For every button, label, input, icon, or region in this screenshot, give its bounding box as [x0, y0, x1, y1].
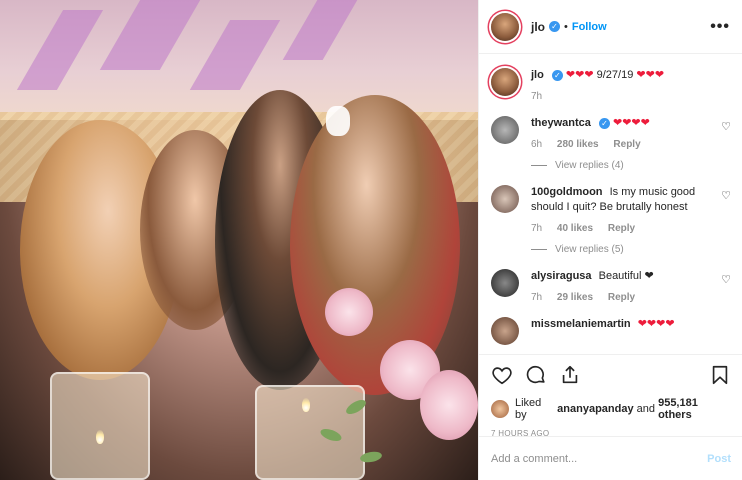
comment-like-heart-icon[interactable]: ♡	[721, 189, 731, 202]
comment-time[interactable]: 6h	[531, 139, 542, 150]
post-side-panel: jlo ✓ • Follow ••• jlo ✓ ❤❤❤ 9/27/19 ❤❤❤ …	[478, 0, 742, 480]
comment-text: ❤❤❤❤	[637, 318, 675, 330]
reply-button[interactable]: Reply	[608, 223, 635, 234]
comment-time[interactable]: 7h	[531, 223, 542, 234]
caption-avatar[interactable]	[491, 68, 519, 96]
liker-avatar[interactable]	[491, 400, 509, 418]
post-comment-button[interactable]: Post	[707, 453, 731, 465]
photo-candle	[255, 385, 365, 480]
verified-badge-icon: ✓	[549, 21, 560, 32]
photo-hair-clip	[326, 106, 350, 136]
add-comment-bar: Add a comment... Post	[479, 436, 742, 480]
comment-item: missmelaniemartin ❤❤❤❤	[491, 317, 731, 345]
view-replies-label: View replies (5)	[555, 244, 624, 255]
caption-time[interactable]: 7h	[531, 91, 542, 102]
author-avatar[interactable]	[491, 12, 519, 41]
photo-flame	[302, 398, 310, 412]
photo-flame	[96, 430, 104, 444]
comment-time[interactable]: 7h	[531, 292, 542, 303]
view-replies-label: View replies (4)	[555, 160, 624, 171]
comment-like-heart-icon[interactable]: ♡	[721, 273, 731, 286]
bookmark-icon[interactable]	[709, 364, 731, 386]
photo-rose	[325, 288, 373, 336]
comment-icon[interactable]	[525, 364, 547, 386]
instagram-post-view: jlo ✓ • Follow ••• jlo ✓ ❤❤❤ 9/27/19 ❤❤❤ …	[0, 0, 742, 480]
more-options-icon[interactable]: •••	[710, 18, 730, 36]
comments-list[interactable]: jlo ✓ ❤❤❤ 9/27/19 ❤❤❤ 7h theywantca ✓ ❤❤❤❤	[479, 54, 742, 354]
post-actions: Liked by ananyapanday and 955,181 others…	[479, 354, 742, 438]
post-header: jlo ✓ • Follow •••	[479, 0, 742, 54]
liked-by-prefix: Liked by	[515, 397, 542, 421]
verified-badge-icon: ✓	[551, 69, 563, 81]
comment-text: Beautiful ❤	[598, 270, 654, 282]
liked-by-and: and	[636, 403, 656, 415]
comment-username[interactable]: alysiragusa	[531, 270, 592, 282]
comment-username[interactable]: 100goldmoon	[531, 186, 603, 198]
photo-candle	[50, 372, 150, 480]
view-replies-link[interactable]: View replies (5)	[531, 244, 707, 255]
comment-item: 100goldmoon Is my music good should I qu…	[491, 185, 731, 255]
comment-like-heart-icon[interactable]: ♡	[721, 120, 731, 133]
caption: jlo ✓ ❤❤❤ 9/27/19 ❤❤❤ 7h	[491, 68, 731, 102]
caption-username[interactable]: jlo	[531, 69, 544, 81]
commenter-avatar[interactable]	[491, 185, 519, 213]
author-username[interactable]: jlo	[531, 20, 545, 34]
share-icon[interactable]	[559, 364, 581, 386]
caption-hearts: ❤❤❤	[565, 69, 594, 81]
comment-item: theywantca ✓ ❤❤❤❤ 6h 280 likes Reply View…	[491, 116, 731, 171]
action-icons	[491, 363, 731, 387]
comment-likes[interactable]: 280 likes	[557, 139, 599, 150]
comment-likes[interactable]: 40 likes	[557, 223, 593, 234]
likes-count-link[interactable]: 955,181 others	[658, 397, 731, 421]
caption-hearts: ❤❤❤	[636, 69, 665, 81]
comment-username[interactable]: theywantca	[531, 117, 591, 129]
photo-figure	[290, 95, 460, 395]
reply-button[interactable]: Reply	[608, 292, 635, 303]
verified-badge-icon: ✓	[598, 117, 610, 129]
comment-text: ❤❤❤❤	[612, 117, 650, 129]
liked-by-row: Liked by ananyapanday and 955,181 others	[491, 397, 731, 421]
liked-by-user[interactable]: ananyapanday	[557, 403, 633, 415]
comment-item: alysiragusa Beautiful ❤ 7h 29 likes Repl…	[491, 269, 731, 303]
add-comment-input[interactable]: Add a comment...	[491, 453, 577, 465]
heart-icon[interactable]	[491, 364, 513, 386]
follow-button[interactable]: Follow	[572, 21, 607, 33]
commenter-avatar[interactable]	[491, 317, 519, 345]
comment-username[interactable]: missmelaniemartin	[531, 318, 631, 330]
post-photo[interactable]	[0, 0, 478, 480]
caption-date: 9/27/19	[596, 69, 634, 81]
reply-button[interactable]: Reply	[613, 139, 640, 150]
header-separator: •	[564, 20, 568, 33]
view-replies-link[interactable]: View replies (4)	[531, 160, 707, 171]
commenter-avatar[interactable]	[491, 116, 519, 144]
photo-rose	[420, 370, 478, 440]
comment-likes[interactable]: 29 likes	[557, 292, 593, 303]
commenter-avatar[interactable]	[491, 269, 519, 297]
